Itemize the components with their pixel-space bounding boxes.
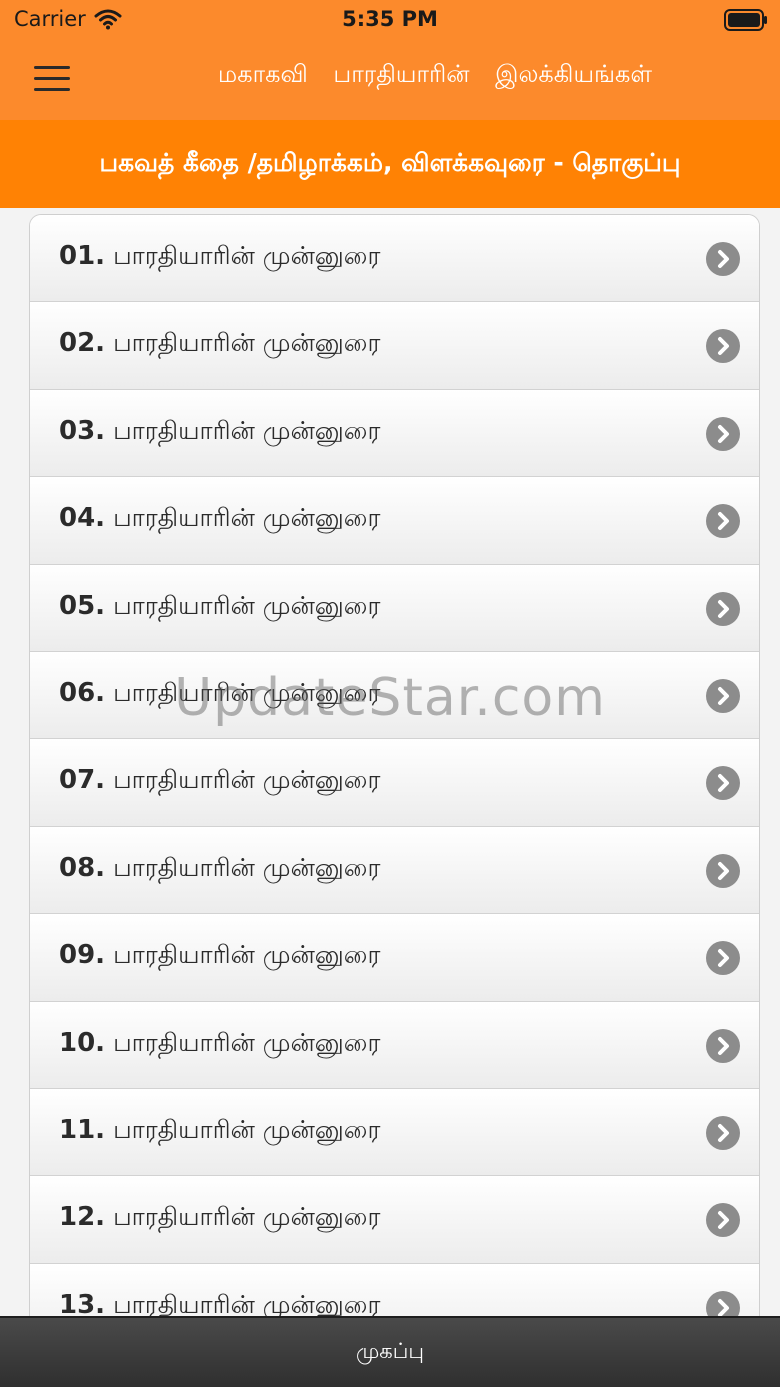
list-item-label: 12. பாரதியாரின் முன்னுரை: [59, 1202, 380, 1235]
list-item-title: பாரதியாரின் முன்னுரை: [113, 852, 381, 882]
list-item[interactable]: 11. பாரதியாரின் முன்னுரை: [30, 1088, 759, 1177]
list-item[interactable]: 12. பாரதியாரின் முன்னுரை: [30, 1176, 759, 1264]
list-item[interactable]: 06. பாரதியாரின் முன்னுரை: [30, 651, 759, 740]
chevron-right-icon[interactable]: [706, 504, 740, 539]
list-item-title: பாரதியாரின் முன்னுரை: [113, 765, 381, 795]
app-screen: Carrier 5:35 PM மகாகவி பாரதியாரின் இலக்க…: [0, 0, 780, 1387]
list-item-title: பாரதியாரின் முன்னுரை: [113, 940, 381, 970]
list-item[interactable]: 05. பாரதியாரின் முன்னுரை: [30, 564, 759, 652]
list-item-label: 08. பாரதியாரின் முன்னுரை: [59, 853, 380, 886]
list-item-number: 10.: [59, 1027, 106, 1058]
status-bar: Carrier 5:35 PM: [0, 0, 780, 40]
list-item-number: 09.: [59, 940, 106, 971]
chevron-right-icon[interactable]: [706, 941, 740, 976]
chevron-right-icon[interactable]: [706, 416, 740, 451]
list-item[interactable]: 01. பாரதியாரின் முன்னுரை: [30, 215, 759, 303]
list-item-number: 13.: [59, 1289, 106, 1316]
chevron-right-icon[interactable]: [706, 329, 740, 364]
list-item-number: 07.: [59, 765, 106, 796]
chevron-right-icon[interactable]: [706, 1203, 740, 1238]
chevron-right-icon[interactable]: [706, 678, 740, 713]
list-item-label: 02. பாரதியாரின் முன்னுரை: [59, 328, 380, 361]
list-item-label: 11. பாரதியாரின் முன்னுரை: [59, 1115, 380, 1148]
list-item-title: பாரதியாரின் முன்னுரை: [113, 590, 381, 620]
chevron-right-icon[interactable]: [706, 591, 740, 626]
hamburger-menu-icon[interactable]: [34, 66, 70, 94]
list-item-label: 01. பாரதியாரின் முன்னுரை: [59, 241, 380, 274]
list-item-label: 04. பாரதியாரின் முன்னுரை: [59, 503, 380, 536]
chevron-right-icon[interactable]: [706, 1028, 740, 1063]
list-item[interactable]: 03. பாரதியாரின் முன்னுரை: [30, 389, 759, 478]
list-item-title: பாரதியாரின் முன்னுரை: [113, 677, 381, 707]
section-header: பகவத் கீதை /தமிழாக்கம், விளக்கவுரை - தொக…: [0, 120, 780, 208]
chapter-list: 01. பாரதியாரின் முன்னுரை 02. பாரதியாரின் மு…: [29, 214, 760, 1316]
list-item[interactable]: 07. பாரதியாரின் முன்னுரை: [30, 739, 759, 827]
list-item-title: பாரதியாரின் முன்னுரை: [113, 328, 381, 358]
app-title: மகாகவி பாரதியாரின் இலக்கியங்கள்: [217, 60, 653, 88]
battery-icon: [724, 9, 768, 31]
list-item[interactable]: 09. பாரதியாரின் முன்னுரை: [30, 914, 759, 1002]
chevron-right-icon[interactable]: [706, 1290, 740, 1316]
list-item-title: பாரதியாரின் முன்னுரை: [113, 1202, 381, 1232]
list-item-title: பாரதியாரின் முன்னுரை: [113, 503, 381, 533]
list-item-title: பாரதியாரின் முன்னுரை: [113, 241, 381, 270]
list-item[interactable]: 08. பாரதியாரின் முன்னுரை: [30, 826, 759, 915]
list-item-number: 02.: [59, 328, 106, 359]
chevron-right-icon[interactable]: [706, 766, 740, 801]
list-item-label: 05. பாரதியாரின் முன்னுரை: [59, 591, 380, 624]
chevron-right-icon[interactable]: [706, 242, 740, 276]
list-item-title: பாரதியாரின் முன்னுரை: [113, 1027, 381, 1057]
list-item-number: 05.: [59, 590, 106, 621]
list-item-label: 09. பாரதியாரின் முன்னுரை: [59, 940, 380, 973]
list-item-number: 03.: [59, 415, 106, 446]
home-button-label: முகப்பு: [355, 1339, 424, 1363]
list-item-label: 13. பாரதியாரின் முன்னுரை: [59, 1290, 380, 1316]
nav-bar: மகாகவி பாரதியாரின் இலக்கியங்கள்: [0, 40, 780, 120]
list-item-number: 08.: [59, 852, 106, 883]
status-time: 5:35 PM: [342, 7, 438, 31]
home-button[interactable]: முகப்பு: [0, 1316, 780, 1387]
chevron-right-icon[interactable]: [706, 853, 740, 888]
list-item[interactable]: 10. பாரதியாரின் முன்னுரை: [30, 1001, 759, 1089]
list-item-title: பாரதியாரின் முன்னுரை: [113, 1114, 381, 1144]
list-item-number: 04.: [59, 503, 106, 534]
list-item[interactable]: 02. பாரதியாரின் முன்னுரை: [30, 302, 759, 390]
list-item[interactable]: 13. பாரதியாரின் முன்னுரை: [30, 1263, 759, 1316]
list-item-number: 11.: [59, 1114, 106, 1145]
list-item-label: 06. பாரதியாரின் முன்னுரை: [59, 678, 380, 711]
list-item-number: 12.: [59, 1202, 106, 1233]
list-item-label: 10. பாரதியாரின் முன்னுரை: [59, 1028, 380, 1061]
list-item-number: 06.: [59, 677, 106, 708]
chevron-right-icon[interactable]: [706, 1115, 740, 1150]
list-item-label: 07. பாரதியாரின் முன்னுரை: [59, 765, 380, 798]
section-title: பகவத் கீதை /தமிழாக்கம், விளக்கவுரை - தொக…: [99, 147, 681, 177]
list-item-number: 01.: [59, 241, 106, 271]
list-item-label: 03. பாரதியாரின் முன்னுரை: [59, 416, 380, 449]
list-item-title: பாரதியாரின் முன்னுரை: [113, 1289, 381, 1316]
list-item-title: பாரதியாரின் முன்னுரை: [113, 415, 381, 445]
list-item[interactable]: 04. பாரதியாரின் முன்னுரை: [30, 477, 759, 565]
